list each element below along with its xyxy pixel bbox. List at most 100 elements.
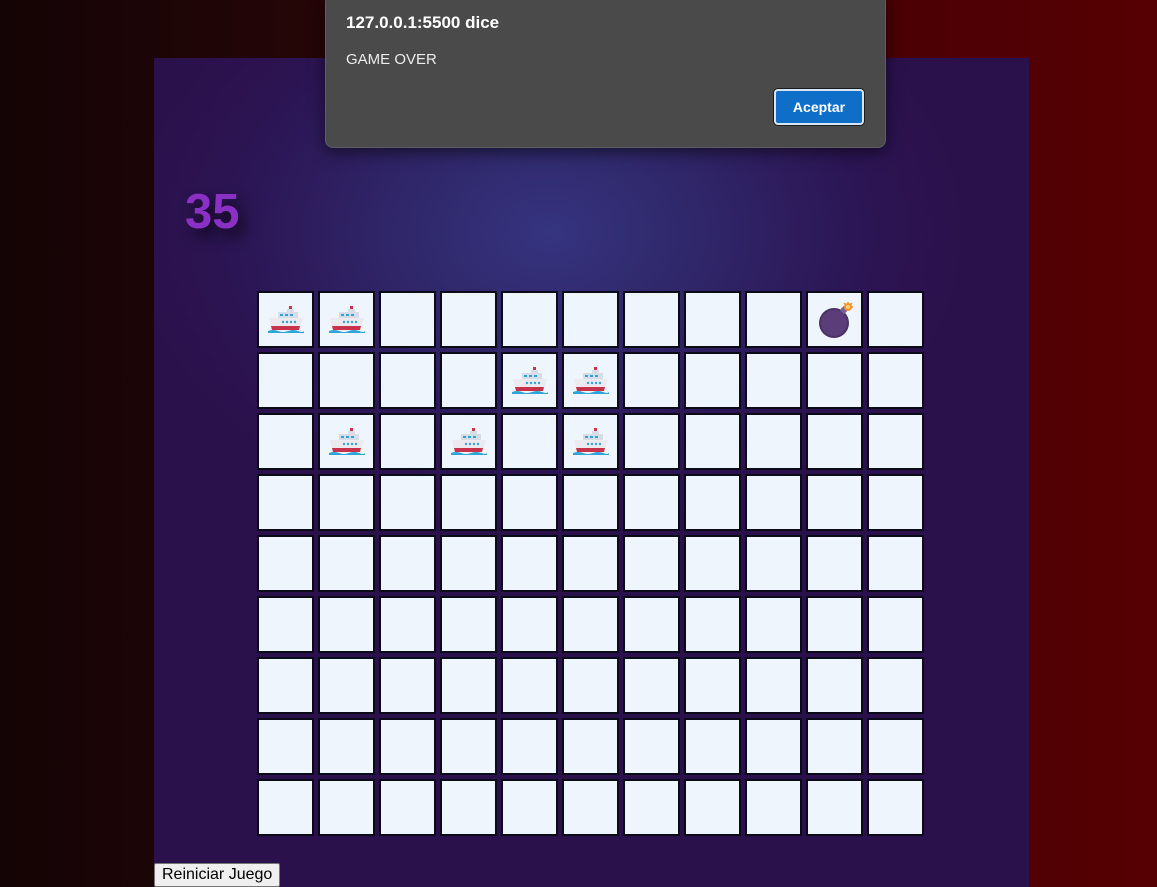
board-cell[interactable]: [867, 779, 924, 836]
board-cell[interactable]: [562, 352, 619, 409]
board-cell[interactable]: [745, 474, 802, 531]
board-cell[interactable]: [684, 413, 741, 470]
board-cell[interactable]: [440, 657, 497, 714]
board-cell[interactable]: [806, 779, 863, 836]
board-cell[interactable]: [501, 779, 558, 836]
board-cell[interactable]: [257, 718, 314, 775]
board-cell[interactable]: [867, 718, 924, 775]
board-cell[interactable]: [257, 352, 314, 409]
board-cell[interactable]: [745, 779, 802, 836]
board-cell[interactable]: [745, 413, 802, 470]
board-cell[interactable]: [684, 718, 741, 775]
board-cell[interactable]: [867, 474, 924, 531]
board-cell[interactable]: [440, 718, 497, 775]
board-cell[interactable]: [562, 535, 619, 592]
board-cell[interactable]: [501, 535, 558, 592]
board-cell[interactable]: [379, 474, 436, 531]
board-cell[interactable]: [684, 352, 741, 409]
board-cell[interactable]: [684, 291, 741, 348]
board-cell[interactable]: [806, 413, 863, 470]
board-cell[interactable]: [440, 779, 497, 836]
board-cell[interactable]: [623, 291, 680, 348]
board-cell[interactable]: [745, 291, 802, 348]
board-cell[interactable]: [806, 535, 863, 592]
board-cell[interactable]: [867, 657, 924, 714]
board-cell[interactable]: [318, 413, 375, 470]
board-cell[interactable]: [745, 596, 802, 653]
restart-game-button[interactable]: Reiniciar Juego: [154, 863, 281, 887]
board-cell[interactable]: [623, 413, 680, 470]
board-cell[interactable]: [257, 413, 314, 470]
board-cell[interactable]: [684, 535, 741, 592]
board-cell[interactable]: [501, 596, 558, 653]
board-cell[interactable]: [562, 718, 619, 775]
board-cell[interactable]: [562, 474, 619, 531]
board-cell[interactable]: [623, 535, 680, 592]
board-cell[interactable]: [379, 779, 436, 836]
board-cell[interactable]: [623, 596, 680, 653]
board-cell[interactable]: [623, 718, 680, 775]
board-cell[interactable]: [440, 413, 497, 470]
board-cell[interactable]: [318, 291, 375, 348]
board-cell[interactable]: [684, 657, 741, 714]
board-cell[interactable]: [867, 535, 924, 592]
board-cell[interactable]: [501, 291, 558, 348]
board-cell[interactable]: [745, 535, 802, 592]
board-cell[interactable]: [745, 718, 802, 775]
board-cell[interactable]: [379, 352, 436, 409]
board-cell[interactable]: [257, 779, 314, 836]
board-cell[interactable]: [318, 779, 375, 836]
board-cell[interactable]: [440, 596, 497, 653]
board-cell[interactable]: [562, 657, 619, 714]
board-cell[interactable]: [684, 474, 741, 531]
board-cell[interactable]: [806, 657, 863, 714]
board-cell[interactable]: [623, 352, 680, 409]
board-cell[interactable]: [806, 718, 863, 775]
board-cell[interactable]: [257, 291, 314, 348]
board-cell[interactable]: [379, 596, 436, 653]
board-cell[interactable]: [257, 474, 314, 531]
board-cell[interactable]: [318, 718, 375, 775]
board-cell[interactable]: [684, 779, 741, 836]
board-cell[interactable]: [501, 657, 558, 714]
board-cell[interactable]: [379, 291, 436, 348]
board-cell[interactable]: [257, 657, 314, 714]
board-cell[interactable]: [379, 657, 436, 714]
accept-button[interactable]: Aceptar: [774, 89, 864, 125]
board-cell[interactable]: [257, 596, 314, 653]
board-cell[interactable]: [806, 596, 863, 653]
board-cell[interactable]: [806, 291, 863, 348]
board-cell[interactable]: [318, 352, 375, 409]
board-cell[interactable]: [623, 474, 680, 531]
board-cell[interactable]: [501, 413, 558, 470]
board-cell[interactable]: [318, 657, 375, 714]
board-cell[interactable]: [867, 596, 924, 653]
board-cell[interactable]: [440, 291, 497, 348]
board-cell[interactable]: [318, 474, 375, 531]
board-cell[interactable]: [806, 474, 863, 531]
board-cell[interactable]: [501, 352, 558, 409]
board-cell[interactable]: [379, 718, 436, 775]
board-cell[interactable]: [379, 535, 436, 592]
board-cell[interactable]: [562, 291, 619, 348]
board-cell[interactable]: [867, 352, 924, 409]
board-cell[interactable]: [257, 535, 314, 592]
board-cell[interactable]: [745, 657, 802, 714]
board-cell[interactable]: [501, 718, 558, 775]
board-cell[interactable]: [318, 596, 375, 653]
board-cell[interactable]: [806, 352, 863, 409]
board-cell[interactable]: [318, 535, 375, 592]
board-cell[interactable]: [745, 352, 802, 409]
board-cell[interactable]: [867, 291, 924, 348]
board-cell[interactable]: [440, 474, 497, 531]
board-cell[interactable]: [623, 779, 680, 836]
board-cell[interactable]: [562, 779, 619, 836]
board-cell[interactable]: [440, 352, 497, 409]
board-cell[interactable]: [562, 596, 619, 653]
board-cell[interactable]: [562, 413, 619, 470]
board-cell[interactable]: [867, 413, 924, 470]
board-cell[interactable]: [684, 596, 741, 653]
board-cell[interactable]: [623, 657, 680, 714]
board-cell[interactable]: [501, 474, 558, 531]
board-cell[interactable]: [379, 413, 436, 470]
